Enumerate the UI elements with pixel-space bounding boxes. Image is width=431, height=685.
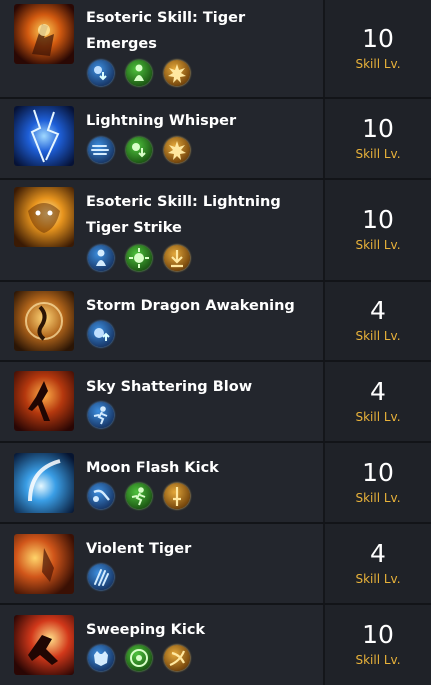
gold-sword-icon[interactable] — [164, 483, 190, 509]
skill-level: 4 Skill Lv. — [325, 524, 431, 603]
skill-name: Esoteric Skill: Lightning Tiger Strike — [86, 189, 316, 241]
skill-info: Violent Tiger — [0, 524, 325, 603]
blue-claw-icon[interactable] — [88, 564, 114, 590]
blue-kick-icon[interactable] — [88, 483, 114, 509]
skill-level-value: 10 — [362, 457, 394, 487]
tripod-group — [88, 321, 114, 347]
skill-row[interactable]: Lightning Whisper 10 Skill Lv. — [0, 99, 431, 180]
blue-wind-icon[interactable] — [88, 137, 114, 163]
skill-name-line: Sweeping Kick — [86, 622, 206, 638]
skill-level-value: 4 — [370, 376, 386, 406]
blue-running-icon[interactable] — [88, 402, 114, 428]
skill-row[interactable]: Violent Tiger 4 Skill Lv. — [0, 524, 431, 605]
skill-row[interactable]: Sweeping Kick 10 Skill Lv. — [0, 605, 431, 685]
green-target-icon[interactable] — [126, 645, 152, 671]
skill-list: Esoteric Skill: Tiger Emerges 10 Skill L… — [0, 0, 431, 685]
skill-level-label: Skill Lv. — [355, 409, 401, 424]
tripod-group — [88, 137, 190, 163]
skill-level-value: 10 — [362, 23, 394, 53]
skill-level-label: Skill Lv. — [355, 146, 401, 161]
skill-info: Lightning Whisper — [0, 99, 325, 178]
green-down-arrow-icon[interactable] — [126, 137, 152, 163]
tripod-group — [88, 402, 114, 428]
skill-level-label: Skill Lv. — [355, 238, 401, 252]
skill-level-label: Skill Lv. — [355, 490, 401, 505]
skill-name-line: Storm Dragon Awakening — [86, 298, 295, 314]
blue-beast-icon[interactable] — [88, 645, 114, 671]
skill-name: Sweeping Kick — [86, 617, 316, 643]
tiger-emerges-icon[interactable] — [14, 4, 74, 64]
skill-level: 10 Skill Lv. — [325, 99, 431, 178]
green-running-icon[interactable] — [126, 483, 152, 509]
skill-name-line: Violent Tiger — [86, 541, 192, 557]
skill-name: Violent Tiger — [86, 536, 316, 562]
skill-row[interactable]: Sky Shattering Blow 4 Skill Lv. — [0, 362, 431, 443]
skill-name-line: Sky Shattering Blow — [86, 379, 253, 395]
skill-level-label: Skill Lv. — [355, 571, 401, 586]
skill-info: Storm Dragon Awakening — [0, 282, 325, 360]
skill-level-value: 10 — [362, 205, 394, 234]
skill-name: Esoteric Skill: Tiger Emerges — [86, 5, 316, 57]
moon-flash-kick-icon[interactable] — [14, 453, 74, 513]
skill-level: 10 Skill Lv. — [325, 0, 431, 97]
skill-name-line: Moon Flash Kick — [86, 460, 219, 476]
tripod-group — [88, 245, 190, 271]
skill-name-line: Lightning Whisper — [86, 113, 237, 129]
skill-level: 4 Skill Lv. — [325, 282, 431, 360]
skill-level-value: 10 — [362, 620, 394, 649]
lightning-tiger-strike-icon[interactable] — [14, 187, 74, 247]
skill-level: 4 Skill Lv. — [325, 362, 431, 441]
sky-shattering-blow-icon[interactable] — [14, 371, 74, 431]
skill-row[interactable]: Esoteric Skill: Lightning Tiger Strike 1… — [0, 180, 431, 282]
blue-person-icon[interactable] — [88, 245, 114, 271]
gold-explosion-icon[interactable] — [164, 60, 190, 86]
tripod-group — [88, 645, 190, 671]
tripod-group — [88, 60, 190, 86]
tripod-group — [88, 483, 190, 509]
skill-row[interactable]: Esoteric Skill: Tiger Emerges 10 Skill L… — [0, 0, 431, 99]
gold-down-arrow-icon[interactable] — [164, 245, 190, 271]
skill-level: 10 Skill Lv. — [325, 180, 431, 280]
skill-name-line: Tiger Strike — [86, 220, 182, 236]
tripod-group — [88, 564, 114, 590]
skill-name: Sky Shattering Blow — [86, 374, 316, 400]
skill-info: Sky Shattering Blow — [0, 362, 325, 441]
sweeping-kick-icon[interactable] — [14, 615, 74, 675]
skill-level: 10 Skill Lv. — [325, 605, 431, 685]
violent-tiger-icon[interactable] — [14, 534, 74, 594]
skill-level-label: Skill Lv. — [355, 653, 401, 667]
skill-name: Moon Flash Kick — [86, 455, 316, 481]
blue-down-arrow-icon[interactable] — [88, 60, 114, 86]
skill-info: Esoteric Skill: Tiger Emerges — [0, 0, 325, 97]
blue-orb-up-icon[interactable] — [88, 321, 114, 347]
skill-name: Storm Dragon Awakening — [86, 293, 316, 319]
skill-level-label: Skill Lv. — [355, 56, 401, 71]
skill-level-label: Skill Lv. — [355, 329, 401, 343]
skill-name: Lightning Whisper — [86, 108, 316, 134]
skill-info: Sweeping Kick — [0, 605, 325, 685]
skill-row[interactable]: Storm Dragon Awakening 4 Skill Lv. — [0, 282, 431, 362]
skill-name-line: Emerges — [86, 36, 157, 52]
skill-name-line: Esoteric Skill: Tiger — [86, 10, 246, 26]
lightning-whisper-icon[interactable] — [14, 106, 74, 166]
skill-row[interactable]: Moon Flash Kick 10 Skill Lv. — [0, 443, 431, 524]
skill-info: Esoteric Skill: Lightning Tiger Strike — [0, 180, 325, 280]
skill-level-value: 10 — [362, 113, 394, 143]
gold-slash-icon[interactable] — [164, 645, 190, 671]
skill-name-line: Esoteric Skill: Lightning — [86, 194, 281, 210]
skill-info: Moon Flash Kick — [0, 443, 325, 522]
gold-explosion-icon[interactable] — [164, 137, 190, 163]
green-burst-icon[interactable] — [126, 245, 152, 271]
skill-level-value: 4 — [370, 296, 386, 325]
storm-dragon-awakening-icon[interactable] — [14, 291, 74, 351]
green-person-icon[interactable] — [126, 60, 152, 86]
skill-level: 10 Skill Lv. — [325, 443, 431, 522]
skill-level-value: 4 — [370, 538, 386, 568]
